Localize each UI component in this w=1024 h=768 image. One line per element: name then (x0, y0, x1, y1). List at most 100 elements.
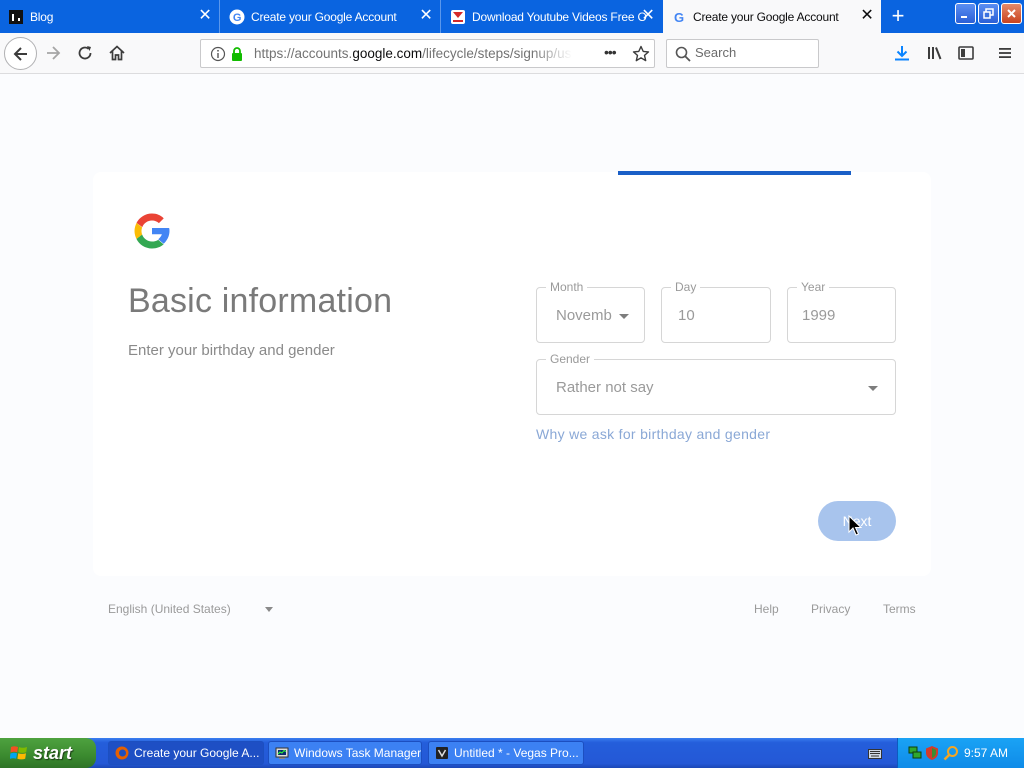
chevron-down-icon (619, 314, 629, 319)
start-button[interactable]: start (0, 738, 96, 768)
year-label: Year (797, 280, 830, 294)
menu-button[interactable] (990, 38, 1020, 68)
day-input[interactable]: Day 10 (661, 280, 771, 343)
google-favicon-icon: G (671, 9, 687, 25)
firefox-icon (115, 746, 129, 760)
progress-bar (618, 171, 851, 175)
search-box[interactable] (666, 39, 819, 68)
taskbar-item-label: Untitled * - Vegas Pro... (454, 746, 579, 760)
page-actions-icon[interactable]: ••• (604, 44, 617, 60)
tab-title: Download Youtube Videos Free O (472, 9, 647, 24)
tab-strip: Blog ✕ G Create your Google Account ✕ Do… (0, 0, 1024, 34)
start-label: start (33, 742, 73, 763)
download-arrow-icon (895, 46, 909, 61)
minimize-button[interactable] (955, 3, 976, 24)
windows-taskbar: start Create your Google A... Windows Ta… (0, 738, 1024, 768)
reload-button[interactable] (70, 38, 100, 68)
navigation-toolbar: https://accounts.google.com/lifecycle/st… (0, 33, 1024, 74)
tab-close-icon[interactable]: ✕ (197, 8, 213, 24)
download-favicon-icon (450, 9, 466, 25)
magnifier-icon[interactable] (943, 745, 959, 766)
clock: 9:57 AM (963, 746, 1008, 760)
tab-close-icon[interactable]: ✕ (640, 8, 656, 24)
privacy-link[interactable]: Privacy (811, 602, 850, 616)
gender-label: Gender (546, 352, 595, 366)
home-button[interactable] (102, 38, 132, 68)
back-button[interactable] (4, 37, 37, 70)
taskbar-item-task-manager[interactable]: Windows Task Manager (268, 741, 422, 765)
blog-favicon-icon (8, 9, 24, 25)
hamburger-menu-icon (999, 48, 1011, 58)
page-title: Basic information (128, 282, 393, 320)
tab-create-google-account[interactable]: G Create your Google Account ✕ (221, 0, 441, 33)
vegas-pro-icon (436, 747, 448, 759)
close-icon (1007, 9, 1016, 18)
network-icon[interactable] (908, 746, 922, 765)
new-tab-button[interactable]: + (884, 4, 912, 30)
back-arrow-icon (13, 46, 27, 61)
month-label: Month (546, 280, 588, 294)
task-manager-icon (275, 747, 289, 759)
sidebar-icon (958, 46, 974, 60)
tab-title: Blog (30, 9, 54, 24)
search-icon (675, 46, 691, 67)
url-text[interactable]: https://accounts.google.com/lifecycle/st… (254, 46, 572, 61)
lock-icon[interactable] (230, 46, 244, 67)
gender-select[interactable]: Gender Rather not say (536, 352, 896, 415)
sidebar-button[interactable] (951, 38, 981, 68)
google-logo-icon (134, 213, 170, 249)
svg-text:G: G (674, 10, 684, 25)
library-icon (928, 47, 942, 60)
page-subtitle: Enter your birthday and gender (128, 342, 335, 359)
info-icon[interactable] (210, 46, 226, 67)
tab-title: Create your Google Account (251, 9, 397, 24)
url-host: google.com (352, 46, 423, 61)
taskbar-item-label: Create your Google A... (134, 746, 260, 760)
forward-arrow-icon (47, 46, 61, 60)
shield-icon[interactable] (925, 745, 939, 766)
page-content: Basic information Enter your birthday an… (0, 74, 1024, 738)
tab-create-google-account-active[interactable]: G Create your Google Account ✕ (663, 0, 881, 34)
library-button[interactable] (920, 38, 950, 68)
windows-logo-icon (10, 746, 27, 760)
gender-value: Rather not say (556, 379, 654, 396)
taskbar-item-firefox[interactable]: Create your Google A... (108, 741, 264, 765)
minimize-icon (961, 16, 967, 18)
restore-button[interactable] (978, 3, 999, 24)
search-input[interactable] (695, 45, 813, 60)
google-favicon-icon: G (229, 9, 245, 25)
tab-title: Create your Google Account (693, 10, 839, 24)
month-select[interactable]: Month Novemb (536, 280, 645, 343)
day-value: 10 (678, 307, 695, 324)
year-input[interactable]: Year 1999 (787, 280, 896, 343)
taskbar-item-label: Windows Task Manager (294, 746, 422, 760)
url-scheme: https://accounts. (254, 46, 353, 61)
day-label: Day (671, 280, 701, 294)
url-fade (532, 46, 572, 61)
chevron-down-icon[interactable] (265, 607, 273, 612)
terms-link[interactable]: Terms (883, 602, 916, 616)
why-we-ask-link[interactable]: Why we ask for birthday and gender (536, 426, 770, 442)
month-value: Novemb (556, 307, 612, 324)
svg-text:G: G (233, 12, 241, 24)
mouse-cursor-icon (848, 515, 862, 536)
tab-close-icon[interactable]: ✕ (859, 8, 875, 24)
close-window-button[interactable] (1001, 3, 1022, 24)
chevron-down-icon (868, 386, 878, 391)
forward-button[interactable] (38, 38, 68, 68)
year-value: 1999 (802, 307, 836, 324)
system-tray: 9:57 AM (897, 738, 1024, 768)
home-icon (109, 45, 125, 61)
tab-blog[interactable]: Blog ✕ (0, 0, 220, 33)
keyboard-icon[interactable] (868, 747, 882, 765)
tab-download-youtube[interactable]: Download Youtube Videos Free O ✕ (442, 0, 662, 33)
language-selector[interactable]: English (United States) (108, 602, 231, 616)
restore-icon (983, 8, 994, 19)
url-bar[interactable]: https://accounts.google.com/lifecycle/st… (200, 39, 655, 68)
reload-icon (78, 46, 92, 60)
help-link[interactable]: Help (754, 602, 779, 616)
tab-close-icon[interactable]: ✕ (418, 8, 434, 24)
bookmark-star-icon[interactable] (632, 45, 650, 68)
downloads-button[interactable] (887, 38, 917, 68)
taskbar-item-vegas-pro[interactable]: Untitled * - Vegas Pro... (428, 741, 584, 765)
